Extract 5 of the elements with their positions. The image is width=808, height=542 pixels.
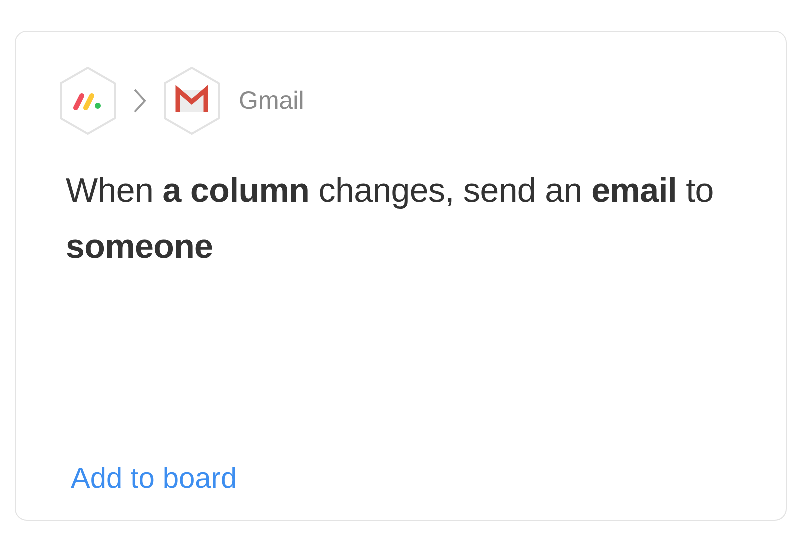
add-to-board-link[interactable]: Add to board bbox=[71, 463, 238, 496]
gmail-logo-icon bbox=[161, 65, 223, 137]
recipe-description: When a column changes, send an email to someone bbox=[66, 171, 715, 268]
app-name: Gmail bbox=[239, 86, 304, 116]
monday-logo-icon bbox=[57, 65, 119, 137]
